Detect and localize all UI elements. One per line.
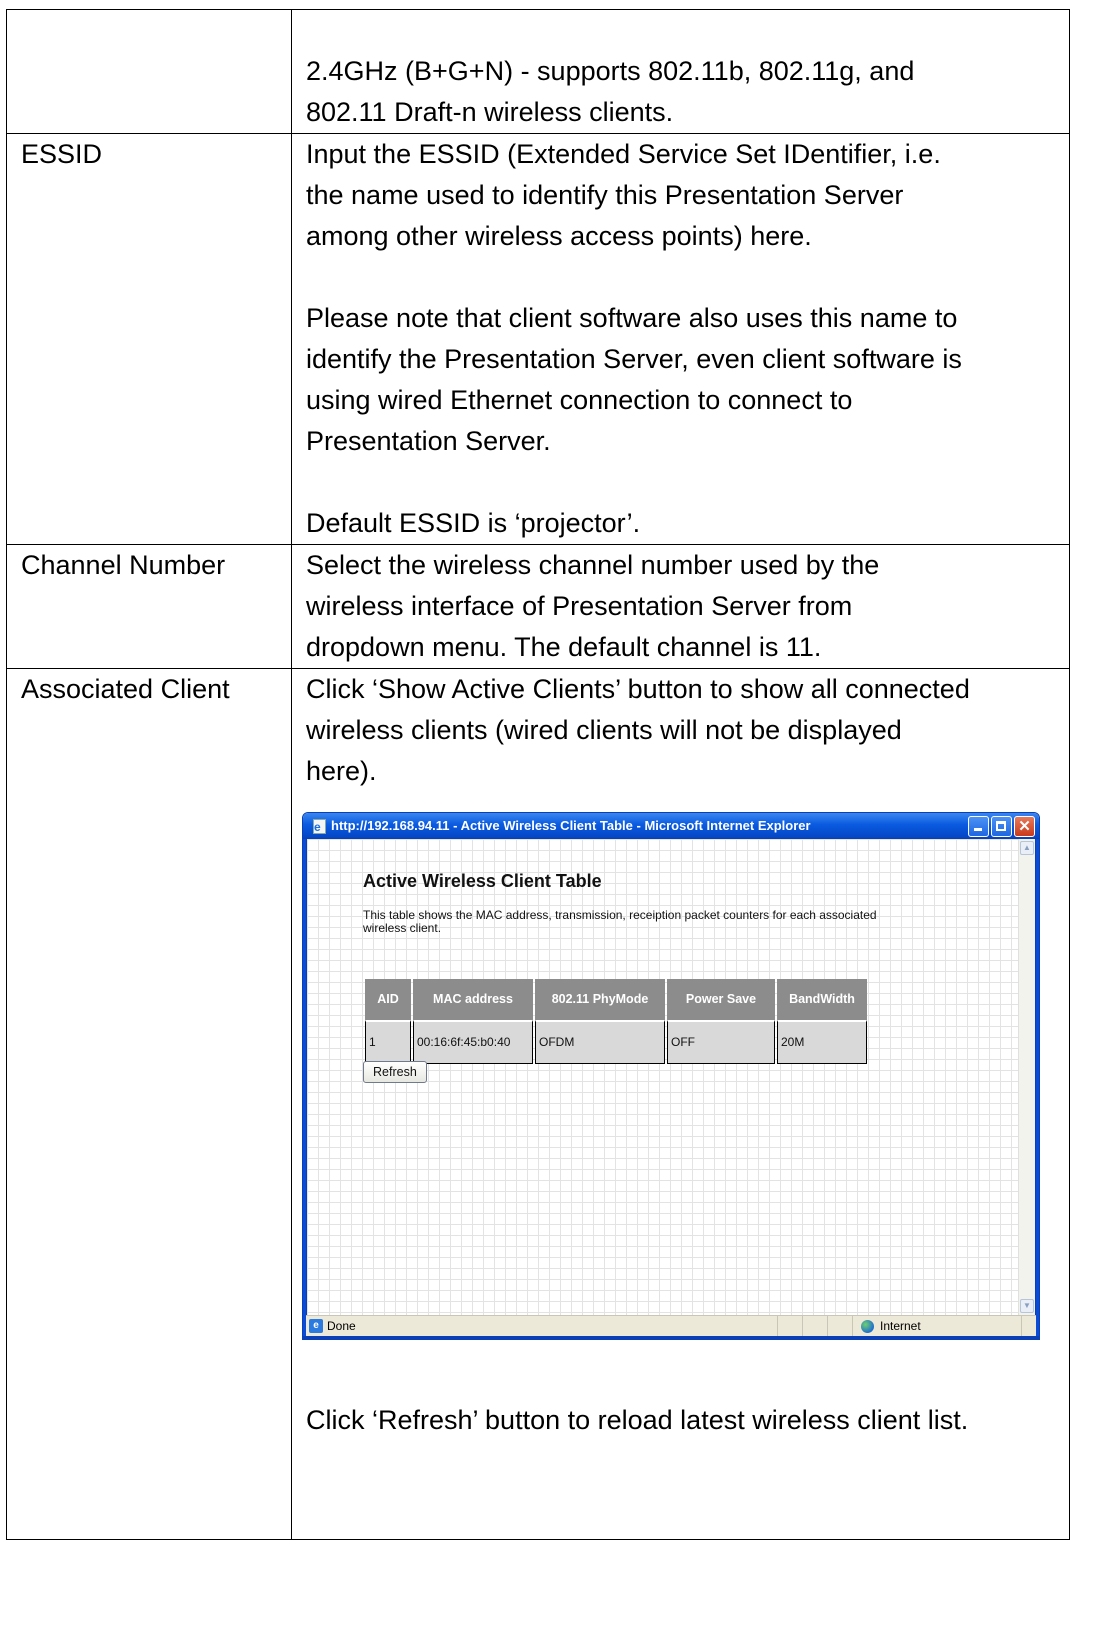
text-line: Select the wireless channel number used … [306, 550, 880, 580]
table-cell: 20M [777, 1020, 867, 1064]
table-row: ESSID Input the ESSID (Extended Service … [6, 133, 1070, 545]
minimize-button[interactable] [968, 815, 989, 837]
status-text: Done [327, 1319, 356, 1333]
ie-done-icon: e [309, 1319, 323, 1333]
page-description: This table shows the MAC address, transm… [363, 908, 877, 935]
scroll-up-icon[interactable]: ▲ [1020, 841, 1034, 855]
refresh-button[interactable]: Refresh [363, 1061, 427, 1083]
row-label: ESSID [6, 133, 292, 545]
close-icon: ✕ [1018, 817, 1031, 835]
text-line: Click ‘Show Active Clients’ button to sh… [306, 674, 970, 704]
column-header: MAC address [413, 979, 533, 1020]
vertical-scrollbar[interactable]: ▲ ▼ [1018, 839, 1035, 1315]
scroll-down-icon[interactable]: ▼ [1020, 1299, 1034, 1313]
zone-text: Internet [880, 1319, 921, 1333]
text-line: 802.11 Draft-n wireless clients. [306, 97, 674, 127]
browser-window-screenshot: e http://192.168.94.11 - Active Wireless… [302, 812, 1040, 1340]
browser-titlebar[interactable]: e http://192.168.94.11 - Active Wireless… [303, 813, 1039, 839]
ie-page-icon: e [311, 818, 327, 834]
table-cell: 00:16:6f:45:b0:40 [413, 1020, 533, 1064]
security-zone: Internet [852, 1316, 1021, 1336]
status-divider [827, 1316, 852, 1336]
text-line: identify the Presentation Server, even c… [306, 344, 962, 374]
text-line: using wired Ethernet connection to conne… [306, 385, 853, 415]
column-header: Power Save [667, 979, 775, 1020]
close-button[interactable]: ✕ [1014, 815, 1035, 837]
table-cell: OFF [667, 1020, 775, 1064]
table-row: Associated Client Click ‘Show Active Cli… [6, 668, 1070, 1540]
maximize-button[interactable] [991, 815, 1012, 837]
text-line: 2.4GHz (B+G+N) - supports 802.11b, 802.1… [306, 56, 915, 86]
text-line: dropdown menu. The default channel is 11… [306, 632, 822, 662]
status-divider [802, 1316, 827, 1336]
text-line: Input the ESSID (Extended Service Set ID… [306, 139, 941, 169]
table-row: Channel Number Select the wireless chann… [6, 544, 1070, 669]
resize-grip-icon[interactable] [1021, 1316, 1036, 1336]
maximize-icon [996, 820, 1006, 831]
table-cell: OFDM [535, 1020, 665, 1064]
page-title: Active Wireless Client Table [363, 871, 602, 891]
row-description: Input the ESSID (Extended Service Set ID… [291, 133, 1070, 545]
globe-icon [861, 1319, 874, 1333]
column-header: 802.11 PhyMode [535, 979, 665, 1020]
column-header: AID [365, 979, 411, 1020]
text-line: Presentation Server. [306, 426, 551, 456]
row-label [6, 9, 292, 134]
row-label: Associated Client [6, 668, 292, 1540]
column-header: BandWidth [777, 979, 867, 1020]
table-row: 2.4GHz (B+G+N) - supports 802.11b, 802.1… [6, 9, 1070, 134]
table-header-row: AID MAC address 802.11 PhyMode Power Sav… [365, 979, 867, 1020]
client-table: AID MAC address 802.11 PhyMode Power Sav… [363, 979, 869, 1064]
text-line: wireless clients (wired clients will not… [306, 715, 902, 745]
row-description: 2.4GHz (B+G+N) - supports 802.11b, 802.1… [291, 9, 1070, 134]
status-bar: e Done Internet [306, 1315, 1036, 1336]
status-divider [777, 1316, 802, 1336]
window-frame [303, 1336, 1039, 1339]
window-frame [1036, 839, 1039, 1339]
status-done: e Done [306, 1316, 777, 1336]
parameter-table: 2.4GHz (B+G+N) - supports 802.11b, 802.1… [6, 9, 1070, 1540]
text-line: Click ‘Refresh’ button to reload latest … [306, 1405, 969, 1435]
text-line: Default ESSID is ‘projector’. [306, 508, 641, 538]
minimize-icon [974, 827, 982, 831]
window-title: http://192.168.94.11 - Active Wireless C… [331, 818, 811, 833]
row-description: Select the wireless channel number used … [291, 544, 1070, 669]
text-line: Please note that client software also us… [306, 303, 958, 333]
text-line: among other wireless access points) here… [306, 221, 812, 251]
text-line: here). [306, 756, 377, 786]
row-label: Channel Number [6, 544, 292, 669]
text-line: wireless interface of Presentation Serve… [306, 591, 853, 621]
text-line: the name used to identify this Presentat… [306, 180, 904, 210]
table-row: 1 00:16:6f:45:b0:40 OFDM OFF 20M [365, 1020, 867, 1064]
row-description: Click ‘Show Active Clients’ button to sh… [291, 668, 1070, 1540]
table-cell: 1 [365, 1020, 411, 1064]
browser-content: Active Wireless Client Table This table … [306, 839, 1036, 1315]
